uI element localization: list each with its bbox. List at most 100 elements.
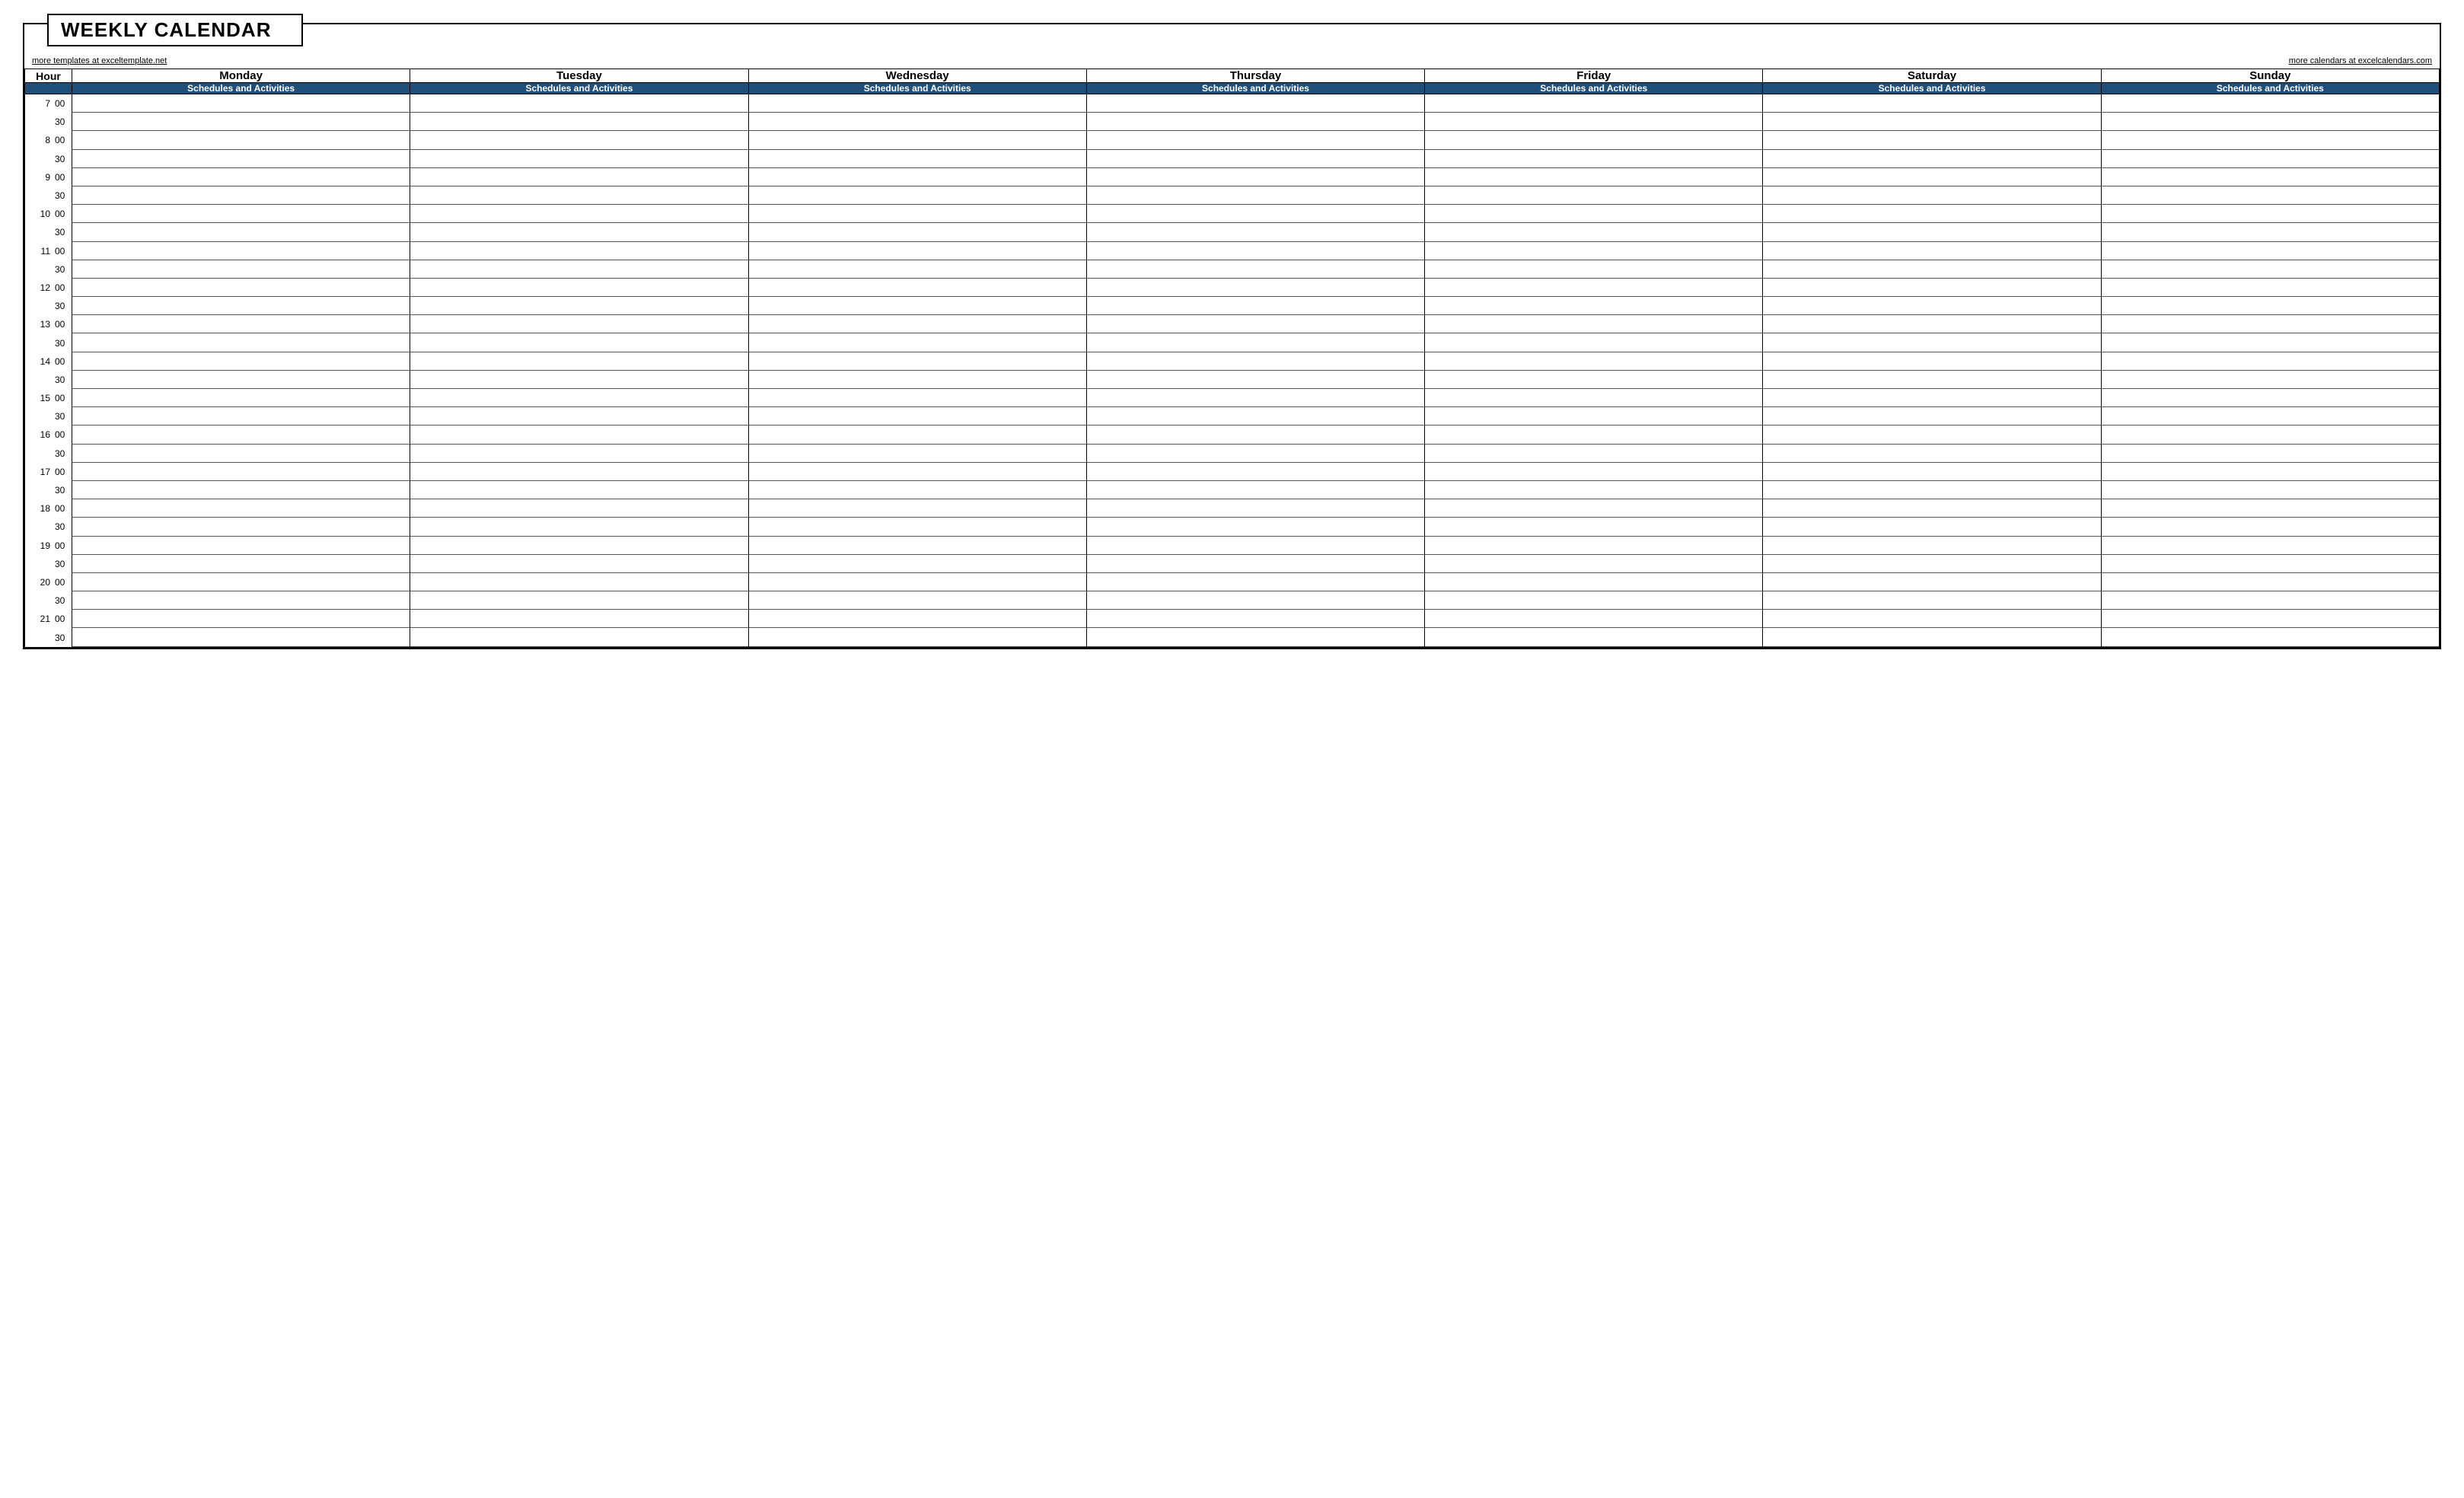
schedule-line[interactable] xyxy=(72,315,410,333)
schedule-line[interactable] xyxy=(410,537,747,555)
schedule-line[interactable] xyxy=(72,463,410,481)
schedule-line[interactable] xyxy=(72,610,410,628)
schedule-line[interactable] xyxy=(2102,481,2439,499)
schedule-line[interactable] xyxy=(72,113,410,131)
schedule-line[interactable] xyxy=(749,352,1086,371)
schedule-line[interactable] xyxy=(1087,499,1424,518)
schedule-line[interactable] xyxy=(1087,573,1424,591)
schedule-line[interactable] xyxy=(1087,94,1424,113)
schedule-line[interactable] xyxy=(72,333,410,352)
schedule-line[interactable] xyxy=(1763,333,2100,352)
schedule-line[interactable] xyxy=(1425,186,1762,205)
schedule-line[interactable] xyxy=(1763,445,2100,463)
schedule-line[interactable] xyxy=(72,297,410,315)
schedule-line[interactable] xyxy=(1763,499,2100,518)
schedule-line[interactable] xyxy=(1425,352,1762,371)
schedule-line[interactable] xyxy=(749,94,1086,113)
schedule-line[interactable] xyxy=(410,186,747,205)
schedule-line[interactable] xyxy=(749,131,1086,149)
schedule-line[interactable] xyxy=(2102,573,2439,591)
schedule-line[interactable] xyxy=(1087,279,1424,297)
schedule-line[interactable] xyxy=(2102,555,2439,573)
schedule-line[interactable] xyxy=(72,537,410,555)
schedule-line[interactable] xyxy=(1087,425,1424,444)
schedule-line[interactable] xyxy=(1087,407,1424,425)
schedule-line[interactable] xyxy=(1425,168,1762,186)
schedule-line[interactable] xyxy=(1763,573,2100,591)
schedule-line[interactable] xyxy=(1087,555,1424,573)
schedule-line[interactable] xyxy=(1087,297,1424,315)
schedule-line[interactable] xyxy=(2102,628,2439,646)
schedule-line[interactable] xyxy=(1087,481,1424,499)
schedule-line[interactable] xyxy=(1763,389,2100,407)
schedule-line[interactable] xyxy=(1425,94,1762,113)
schedule-line[interactable] xyxy=(72,371,410,389)
schedule-line[interactable] xyxy=(72,352,410,371)
schedule-line[interactable] xyxy=(410,223,747,241)
schedule-line[interactable] xyxy=(1425,113,1762,131)
schedule-line[interactable] xyxy=(72,445,410,463)
schedule-line[interactable] xyxy=(2102,518,2439,536)
schedule-line[interactable] xyxy=(1425,591,1762,610)
schedule-line[interactable] xyxy=(1763,223,2100,241)
schedule-line[interactable] xyxy=(1425,297,1762,315)
schedule-line[interactable] xyxy=(1425,260,1762,279)
schedule-line[interactable] xyxy=(410,389,747,407)
schedule-line[interactable] xyxy=(1763,297,2100,315)
schedule-line[interactable] xyxy=(1425,610,1762,628)
schedule-line[interactable] xyxy=(1087,518,1424,536)
schedule-line[interactable] xyxy=(749,610,1086,628)
schedule-line[interactable] xyxy=(749,297,1086,315)
schedule-line[interactable] xyxy=(749,315,1086,333)
schedule-line[interactable] xyxy=(410,463,747,481)
schedule-line[interactable] xyxy=(1425,279,1762,297)
schedule-line[interactable] xyxy=(1763,555,2100,573)
schedule-line[interactable] xyxy=(1425,389,1762,407)
schedule-line[interactable] xyxy=(1763,242,2100,260)
schedule-line[interactable] xyxy=(1763,518,2100,536)
schedule-line[interactable] xyxy=(1087,333,1424,352)
schedule-line[interactable] xyxy=(2102,279,2439,297)
schedule-line[interactable] xyxy=(749,591,1086,610)
schedule-line[interactable] xyxy=(1763,425,2100,444)
schedule-line[interactable] xyxy=(1087,150,1424,168)
schedule-line[interactable] xyxy=(1425,333,1762,352)
schedule-line[interactable] xyxy=(410,131,747,149)
schedule-line[interactable] xyxy=(410,352,747,371)
schedule-line[interactable] xyxy=(72,186,410,205)
schedule-line[interactable] xyxy=(410,205,747,223)
schedule-line[interactable] xyxy=(749,205,1086,223)
schedule-line[interactable] xyxy=(2102,168,2439,186)
schedule-line[interactable] xyxy=(749,518,1086,536)
schedule-line[interactable] xyxy=(1425,463,1762,481)
schedule-line[interactable] xyxy=(1087,168,1424,186)
schedule-line[interactable] xyxy=(2102,186,2439,205)
schedule-line[interactable] xyxy=(1425,518,1762,536)
schedule-line[interactable] xyxy=(2102,260,2439,279)
schedule-line[interactable] xyxy=(1425,481,1762,499)
schedule-line[interactable] xyxy=(410,113,747,131)
schedule-line[interactable] xyxy=(72,94,410,113)
schedule-line[interactable] xyxy=(749,463,1086,481)
schedule-line[interactable] xyxy=(72,518,410,536)
schedule-line[interactable] xyxy=(1425,407,1762,425)
schedule-line[interactable] xyxy=(2102,352,2439,371)
schedule-line[interactable] xyxy=(72,168,410,186)
schedule-line[interactable] xyxy=(1763,537,2100,555)
schedule-line[interactable] xyxy=(72,223,410,241)
schedule-line[interactable] xyxy=(1425,628,1762,646)
schedule-line[interactable] xyxy=(410,242,747,260)
schedule-line[interactable] xyxy=(1763,260,2100,279)
schedule-line[interactable] xyxy=(2102,297,2439,315)
schedule-line[interactable] xyxy=(410,591,747,610)
schedule-line[interactable] xyxy=(749,260,1086,279)
schedule-line[interactable] xyxy=(749,168,1086,186)
schedule-line[interactable] xyxy=(72,425,410,444)
schedule-line[interactable] xyxy=(2102,537,2439,555)
schedule-line[interactable] xyxy=(1425,537,1762,555)
schedule-line[interactable] xyxy=(72,389,410,407)
schedule-line[interactable] xyxy=(2102,205,2439,223)
schedule-line[interactable] xyxy=(1087,610,1424,628)
schedule-line[interactable] xyxy=(1763,205,2100,223)
schedule-line[interactable] xyxy=(2102,463,2439,481)
